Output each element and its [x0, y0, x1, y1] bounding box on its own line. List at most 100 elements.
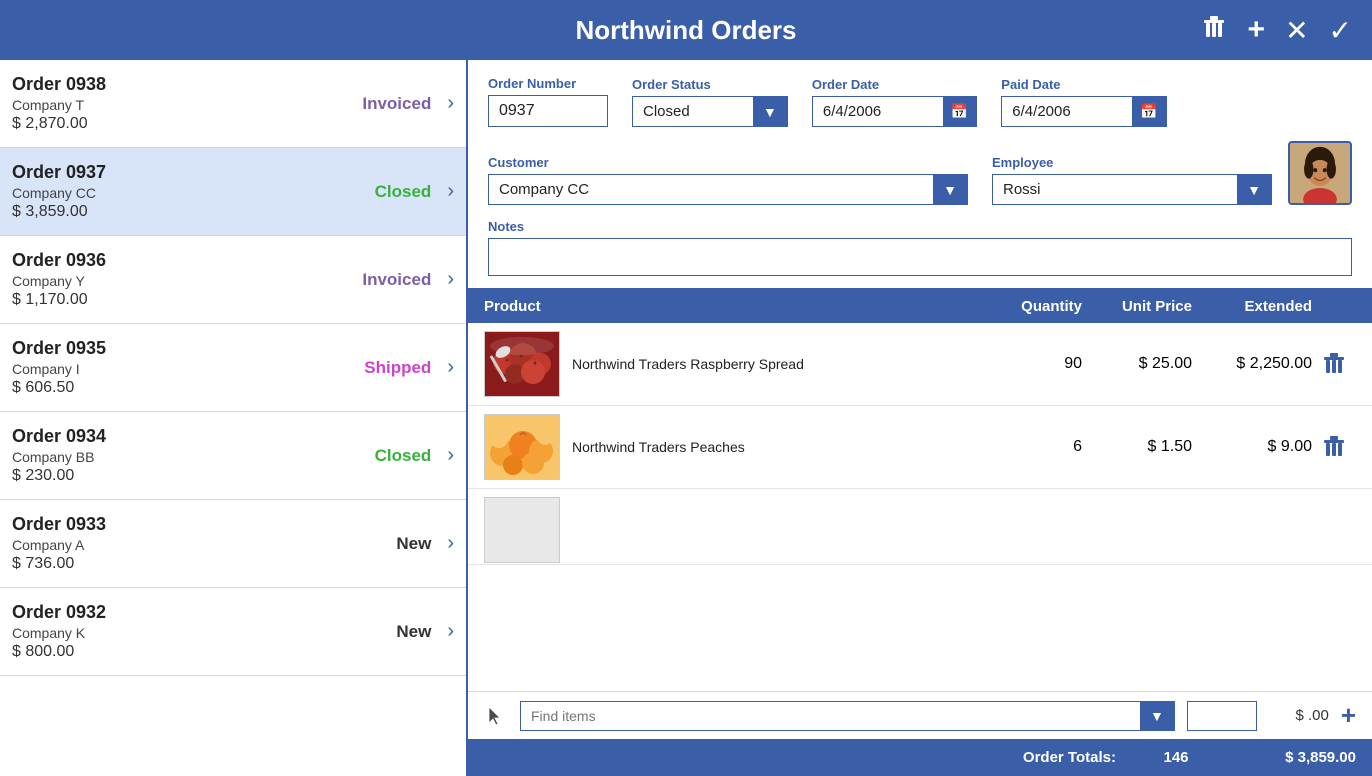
- order-company-0933: Company A: [12, 537, 341, 553]
- add-item-button[interactable]: +: [1341, 700, 1356, 731]
- products-section: Product Quantity Unit Price Extended: [468, 290, 1372, 776]
- order-company-0932: Company K: [12, 625, 341, 641]
- order-status-group: Order Status Closed ▼: [632, 77, 788, 127]
- product-extended-2: $ 9.00: [1192, 438, 1312, 456]
- product-unit-price-2: $ 1.50: [1082, 438, 1192, 456]
- detail-form: Order Number Order Status Closed ▼ Order…: [468, 60, 1372, 290]
- paid-date-calendar-btn[interactable]: 📅: [1132, 97, 1165, 126]
- product-thumb-peaches: [484, 414, 560, 480]
- order-amount-0934: $ 230.00: [12, 467, 341, 485]
- order-info-0934: Order 0934 Company BB $ 230.00: [12, 426, 341, 485]
- customer-group: Customer Company CC ▼: [488, 155, 968, 205]
- confirm-button[interactable]: ✓: [1325, 10, 1356, 51]
- header-actions: + ✕ ✓: [1196, 9, 1356, 52]
- employee-dropdown-btn[interactable]: ▼: [1237, 175, 1271, 204]
- order-status-dropdown-btn[interactable]: ▼: [753, 97, 787, 126]
- order-list-item-0936[interactable]: Order 0936 Company Y $ 1,170.00 Invoiced…: [0, 236, 466, 324]
- order-info-0933: Order 0933 Company A $ 736.00: [12, 514, 341, 573]
- product-info-3: [484, 497, 982, 563]
- order-chevron-0937: ›: [447, 180, 454, 203]
- order-amount-0932: $ 800.00: [12, 643, 341, 661]
- order-status-0935: Shipped: [341, 358, 431, 378]
- order-list-item-0935[interactable]: Order 0935 Company I $ 606.50 Shipped ›: [0, 324, 466, 412]
- product-row-3-partial: [468, 489, 1372, 565]
- order-date-calendar-btn[interactable]: 📅: [943, 97, 976, 126]
- find-items-dropdown-btn[interactable]: ▼: [1140, 702, 1174, 730]
- find-items-input[interactable]: [521, 702, 1140, 730]
- order-status-0937: Closed: [341, 182, 431, 202]
- customer-dropdown-btn[interactable]: ▼: [933, 175, 967, 204]
- customer-select[interactable]: Company CC ▼: [488, 174, 968, 205]
- order-company-0937: Company CC: [12, 185, 341, 201]
- customer-value: Company CC: [489, 175, 933, 204]
- notes-input[interactable]: [488, 238, 1352, 276]
- customer-label: Customer: [488, 155, 968, 170]
- order-chevron-0932: ›: [447, 620, 454, 643]
- delete-product-2-button[interactable]: [1312, 435, 1356, 459]
- employee-group: Employee Rossi ▼: [992, 155, 1272, 205]
- cancel-button[interactable]: ✕: [1281, 10, 1312, 51]
- find-items-select[interactable]: ▼: [520, 701, 1175, 731]
- order-list-item-0938[interactable]: Order 0938 Company T $ 2,870.00 Invoiced…: [0, 60, 466, 148]
- order-amount-0937: $ 3,859.00: [12, 203, 341, 221]
- col-unit-price-header: Unit Price: [1082, 298, 1192, 315]
- product-info-2: Northwind Traders Peaches: [484, 414, 982, 480]
- product-name-2: Northwind Traders Peaches: [572, 439, 745, 455]
- product-extended-1: $ 2,250.00: [1192, 355, 1312, 373]
- find-items-row: ▼ $ .00 +: [468, 691, 1372, 739]
- order-info-0937: Order 0937 Company CC $ 3,859.00: [12, 162, 341, 221]
- order-name-0934: Order 0934: [12, 426, 341, 447]
- order-number-label: Order Number: [488, 76, 608, 91]
- order-list-item-0933[interactable]: Order 0933 Company A $ 736.00 New ›: [0, 500, 466, 588]
- app-title: Northwind Orders: [575, 15, 796, 46]
- order-totals-bar: Order Totals: 146 $ 3,859.00: [468, 739, 1372, 776]
- employee-select[interactable]: Rossi ▼: [992, 174, 1272, 205]
- order-name-0936: Order 0936: [12, 250, 341, 271]
- order-info-0935: Order 0935 Company I $ 606.50: [12, 338, 341, 397]
- delete-product-1-button[interactable]: [1312, 352, 1356, 376]
- order-list-item-0937[interactable]: Order 0937 Company CC $ 3,859.00 Closed …: [0, 148, 466, 236]
- order-list: Order 0938 Company T $ 2,870.00 Invoiced…: [0, 60, 468, 776]
- product-unit-price-1: $ 25.00: [1082, 355, 1192, 373]
- order-status-0934: Closed: [341, 446, 431, 466]
- order-amount-0936: $ 1,170.00: [12, 291, 341, 309]
- notes-label: Notes: [488, 219, 1352, 234]
- order-chevron-0935: ›: [447, 356, 454, 379]
- product-row-2: Northwind Traders Peaches 6 $ 1.50 $ 9.0…: [468, 406, 1372, 489]
- order-name-0938: Order 0938: [12, 74, 341, 95]
- product-thumb-3: [484, 497, 560, 563]
- find-items-qty-input[interactable]: [1187, 701, 1257, 731]
- order-detail: Order Number Order Status Closed ▼ Order…: [468, 60, 1372, 776]
- order-company-0936: Company Y: [12, 273, 341, 289]
- order-list-item-0934[interactable]: Order 0934 Company BB $ 230.00 Closed ›: [0, 412, 466, 500]
- order-amount-0933: $ 736.00: [12, 555, 341, 573]
- order-chevron-0938: ›: [447, 92, 454, 115]
- order-info-0932: Order 0932 Company K $ 800.00: [12, 602, 341, 661]
- order-info-0936: Order 0936 Company Y $ 1,170.00: [12, 250, 341, 309]
- order-date-input[interactable]: [813, 97, 943, 126]
- order-date-wrapper: 📅: [812, 96, 977, 127]
- col-actions-header: [1312, 298, 1356, 315]
- order-date-group: Order Date 📅: [812, 77, 977, 127]
- order-amount-0938: $ 2,870.00: [12, 115, 341, 133]
- order-name-0937: Order 0937: [12, 162, 341, 183]
- form-row-notes: Notes: [488, 219, 1352, 276]
- form-row-1: Order Number Order Status Closed ▼ Order…: [488, 76, 1352, 127]
- paid-date-input[interactable]: [1002, 97, 1132, 126]
- employee-label: Employee: [992, 155, 1272, 170]
- products-body: Northwind Traders Raspberry Spread 90 $ …: [468, 323, 1372, 691]
- add-button[interactable]: +: [1244, 9, 1270, 51]
- product-thumb-raspberry: [484, 331, 560, 397]
- order-number-group: Order Number: [488, 76, 608, 127]
- order-status-select[interactable]: Closed ▼: [632, 96, 788, 127]
- find-items-price: $ .00: [1269, 707, 1329, 724]
- order-date-label: Order Date: [812, 77, 977, 92]
- notes-group: Notes: [488, 219, 1352, 276]
- main-layout: Order 0938 Company T $ 2,870.00 Invoiced…: [0, 60, 1372, 776]
- order-list-item-0932[interactable]: Order 0932 Company K $ 800.00 New ›: [0, 588, 466, 676]
- delete-button[interactable]: [1196, 9, 1232, 52]
- order-status-0932: New: [341, 622, 431, 642]
- paid-date-label: Paid Date: [1001, 77, 1166, 92]
- products-table-header: Product Quantity Unit Price Extended: [468, 290, 1372, 323]
- order-number-input[interactable]: [488, 95, 608, 127]
